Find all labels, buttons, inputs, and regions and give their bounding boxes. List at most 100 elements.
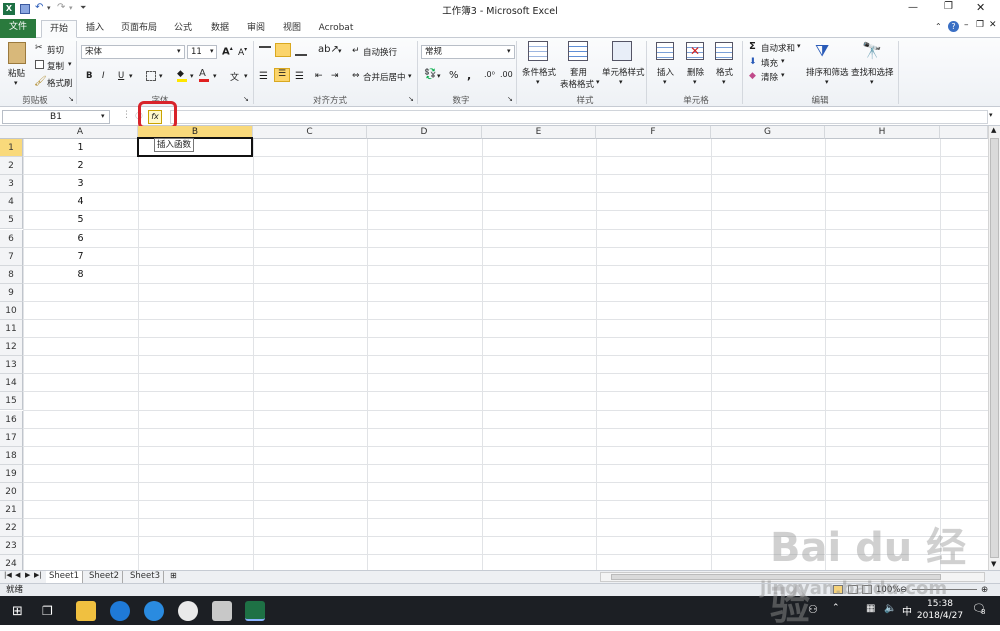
autosum-button[interactable]: 自动求和 [761, 42, 795, 54]
cell-a4[interactable]: 4 [23, 193, 138, 211]
align-bottom-icon[interactable] [295, 46, 307, 56]
format-cells-dropdown-icon[interactable]: ▾ [722, 78, 726, 86]
row-header[interactable]: 23 [0, 537, 23, 556]
insert-cells-dropdown-icon[interactable]: ▾ [663, 78, 667, 86]
tab-page-layout[interactable]: 页面布局 [116, 20, 162, 38]
merge-center-icon[interactable]: ⇔ [352, 71, 360, 81]
conditional-format-button[interactable]: 条件格式 [522, 66, 556, 78]
quick-access-menu-icon[interactable]: ⏷ [80, 3, 86, 13]
close-button[interactable]: ✕ [976, 1, 985, 14]
cell-a7[interactable]: 7 [23, 248, 138, 266]
minimize-button[interactable]: — [908, 2, 918, 13]
comma-button[interactable]: , [467, 69, 471, 82]
conditional-format-dropdown-icon[interactable]: ▾ [536, 78, 540, 86]
accounting-dropdown-icon[interactable]: ▾ [437, 72, 441, 80]
column-header-i[interactable] [940, 126, 988, 139]
increase-decimal-icon[interactable]: .0⁰ [484, 70, 495, 79]
next-sheet-icon[interactable]: ▶ [25, 571, 30, 579]
align-middle-icon[interactable] [275, 43, 291, 57]
row-header[interactable]: 13 [0, 356, 23, 375]
edge-browser-icon[interactable] [110, 601, 130, 621]
sort-filter-dropdown-icon[interactable]: ▾ [825, 78, 829, 86]
row-header[interactable]: 24 [0, 555, 23, 570]
find-select-button[interactable]: 查找和选择 [851, 66, 894, 78]
select-all-corner[interactable] [0, 126, 24, 139]
font-name-select[interactable]: 宋体 [81, 45, 185, 59]
format-as-table-line2[interactable]: 表格格式 [560, 78, 594, 90]
row-header[interactable]: 1 [0, 139, 23, 158]
task-view-icon[interactable]: ❐ [42, 604, 53, 618]
align-top-icon[interactable] [259, 46, 271, 56]
prev-sheet-icon[interactable]: ◀ [15, 571, 20, 579]
decrease-decimal-icon[interactable]: .00 [500, 70, 513, 79]
bold-button[interactable]: B [86, 71, 92, 81]
expand-formula-bar-icon[interactable]: ▾ [989, 111, 993, 119]
paste-button[interactable]: 粘贴 [8, 67, 25, 79]
format-as-table-line1[interactable]: 套用 [570, 66, 587, 78]
format-cells-button[interactable]: 格式 [716, 66, 733, 78]
copy-dropdown-icon[interactable]: ▾ [68, 60, 72, 68]
conditional-format-icon[interactable] [528, 41, 548, 61]
tab-formulas[interactable]: 公式 [168, 20, 198, 38]
column-header-g[interactable]: G [711, 126, 825, 139]
decrease-indent-icon[interactable]: ⇤ [315, 71, 323, 81]
name-box[interactable]: B1 [2, 110, 110, 124]
alignment-launcher-icon[interactable]: ↘ [408, 95, 414, 103]
delete-cells-dropdown-icon[interactable]: ▾ [693, 78, 697, 86]
insert-sheet-icon[interactable]: ⊞ [170, 571, 177, 580]
borders-icon[interactable] [146, 71, 156, 81]
autosum-dropdown-icon[interactable]: ▾ [797, 42, 801, 50]
borders-dropdown-icon[interactable]: ▾ [159, 72, 163, 80]
cell-a3[interactable]: 3 [23, 175, 138, 193]
clear-dropdown-icon[interactable]: ▾ [781, 71, 785, 79]
sheet-tab-sheet2[interactable]: Sheet2 [86, 571, 123, 583]
underline-button[interactable]: U [118, 71, 124, 81]
row-header[interactable]: 21 [0, 501, 23, 520]
restore-button[interactable]: ❐ [944, 1, 953, 12]
name-box-dropdown-icon[interactable]: ▾ [101, 112, 105, 120]
paste-dropdown-icon[interactable]: ▾ [14, 79, 18, 87]
column-header-f[interactable]: F [596, 126, 711, 139]
number-format-dropdown-icon[interactable]: ▾ [507, 47, 511, 55]
fill-color-icon[interactable]: ◆ [177, 69, 187, 82]
grow-font-icon[interactable]: A▴ [222, 45, 233, 57]
redo-icon[interactable]: ↷ [57, 2, 65, 13]
paint-app-icon[interactable] [212, 601, 232, 621]
row-header[interactable]: 12 [0, 338, 23, 357]
copy-icon[interactable] [35, 60, 44, 69]
fill-color-dropdown-icon[interactable]: ▾ [190, 72, 194, 80]
row-header[interactable]: 5 [0, 211, 23, 230]
column-header-c[interactable]: C [253, 126, 367, 139]
autosum-icon[interactable]: Σ [749, 41, 756, 52]
windows-start-icon[interactable]: ⊞ [12, 604, 23, 619]
row-header[interactable]: 8 [0, 265, 23, 284]
delete-cells-icon[interactable]: ✕ [686, 42, 704, 60]
row-header[interactable]: 2 [0, 157, 23, 176]
sort-filter-icon[interactable]: ⧩ [815, 41, 829, 61]
cell-a2[interactable]: 2 [23, 157, 138, 175]
clear-button[interactable]: 清除 [761, 71, 778, 83]
save-icon[interactable] [20, 4, 30, 14]
tab-acrobat[interactable]: Acrobat [313, 20, 359, 38]
row-header[interactable]: 20 [0, 482, 23, 501]
italic-button[interactable]: I [102, 71, 105, 81]
scroll-up-icon[interactable]: ▲ [991, 126, 996, 134]
number-launcher-icon[interactable]: ↘ [507, 95, 513, 103]
cell-a8[interactable]: 8 [23, 266, 138, 284]
align-left-icon[interactable]: ☰ [259, 71, 268, 82]
workbook-restore-button[interactable]: ❐ [976, 20, 984, 30]
scroll-thumb[interactable] [990, 138, 999, 558]
tab-data[interactable]: 数据 [205, 20, 235, 38]
column-header-d[interactable]: D [367, 126, 482, 139]
wrap-text-button[interactable]: 自动换行 [363, 46, 397, 58]
insert-cells-button[interactable]: 插入 [657, 66, 674, 78]
merge-center-dropdown-icon[interactable]: ▾ [408, 72, 412, 80]
sort-filter-button[interactable]: 排序和筛选 [806, 66, 849, 78]
tab-file[interactable]: 文件 [0, 19, 36, 38]
redo-dropdown-icon[interactable]: ▾ [69, 4, 73, 12]
font-launcher-icon[interactable]: ↘ [243, 95, 249, 103]
column-header-a[interactable]: A [23, 126, 138, 139]
tab-review[interactable]: 审阅 [241, 20, 271, 38]
merge-center-button[interactable]: 合并后居中 [363, 71, 406, 83]
accounting-format-icon[interactable]: 💱 [424, 69, 436, 80]
